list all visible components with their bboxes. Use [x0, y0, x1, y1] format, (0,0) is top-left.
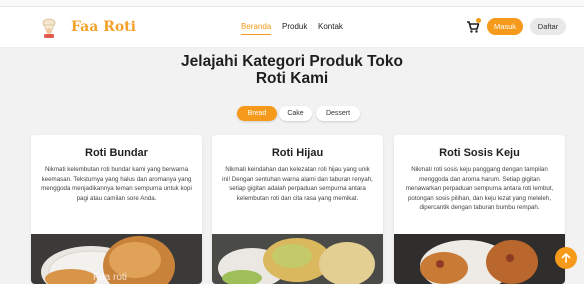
page-title-line-1: Jelajahi Kategori Produk Toko	[181, 53, 403, 70]
product-description: Nikmati kelembutan roti bundar kami yang…	[41, 166, 192, 202]
page-title: Jelajahi Kategori Produk Toko Roti Kami	[150, 53, 434, 87]
product-photo-roti-sosis-keju	[394, 234, 565, 284]
cart-badge	[476, 18, 481, 23]
product-card-roti-sosis-keju[interactable]: Roti Sosis Keju Nikmati roti sosis keju …	[394, 135, 565, 284]
product-description: Nikmati keindahan dan kelezatan roti hij…	[222, 166, 373, 202]
scroll-to-top-button[interactable]	[555, 247, 577, 269]
product-title: Roti Bundar	[85, 147, 148, 159]
register-button[interactable]: Daftar	[530, 18, 566, 35]
filter-cake[interactable]: Cake	[279, 106, 312, 121]
brand-name[interactable]: Faa Roti	[71, 19, 136, 35]
product-photo-roti-hijau	[212, 234, 383, 284]
product-title: Roti Hijau	[271, 147, 324, 159]
nav-link-beranda[interactable]: Beranda	[241, 22, 272, 35]
photo-watermark: Faa roti	[93, 272, 127, 283]
product-card-roti-hijau[interactable]: Roti Hijau Nikmati keindahan dan kelezat…	[212, 135, 383, 284]
arrow-up-icon	[561, 253, 571, 263]
nav-link-kontak[interactable]: Kontak	[318, 22, 343, 31]
login-button[interactable]: Masuk	[487, 18, 523, 35]
nav-link-produk[interactable]: Produk	[282, 22, 307, 31]
product-title: Roti Sosis Keju	[439, 147, 520, 159]
browser-top-strip	[0, 0, 584, 7]
filter-bread[interactable]: Bread	[237, 106, 277, 121]
navbar: Faa Roti Beranda Produk Kontak Masuk Daf…	[0, 7, 584, 48]
chef-logo-icon[interactable]	[38, 17, 60, 39]
filter-dessert[interactable]: Dessert	[316, 106, 360, 121]
product-description: Nikmati roti sosis keju panggang dengan …	[405, 166, 554, 211]
product-card-roti-bundar[interactable]: Roti Bundar Nikmati kelembutan roti bund…	[31, 135, 202, 284]
page-title-line-2: Roti Kami	[255, 70, 329, 87]
